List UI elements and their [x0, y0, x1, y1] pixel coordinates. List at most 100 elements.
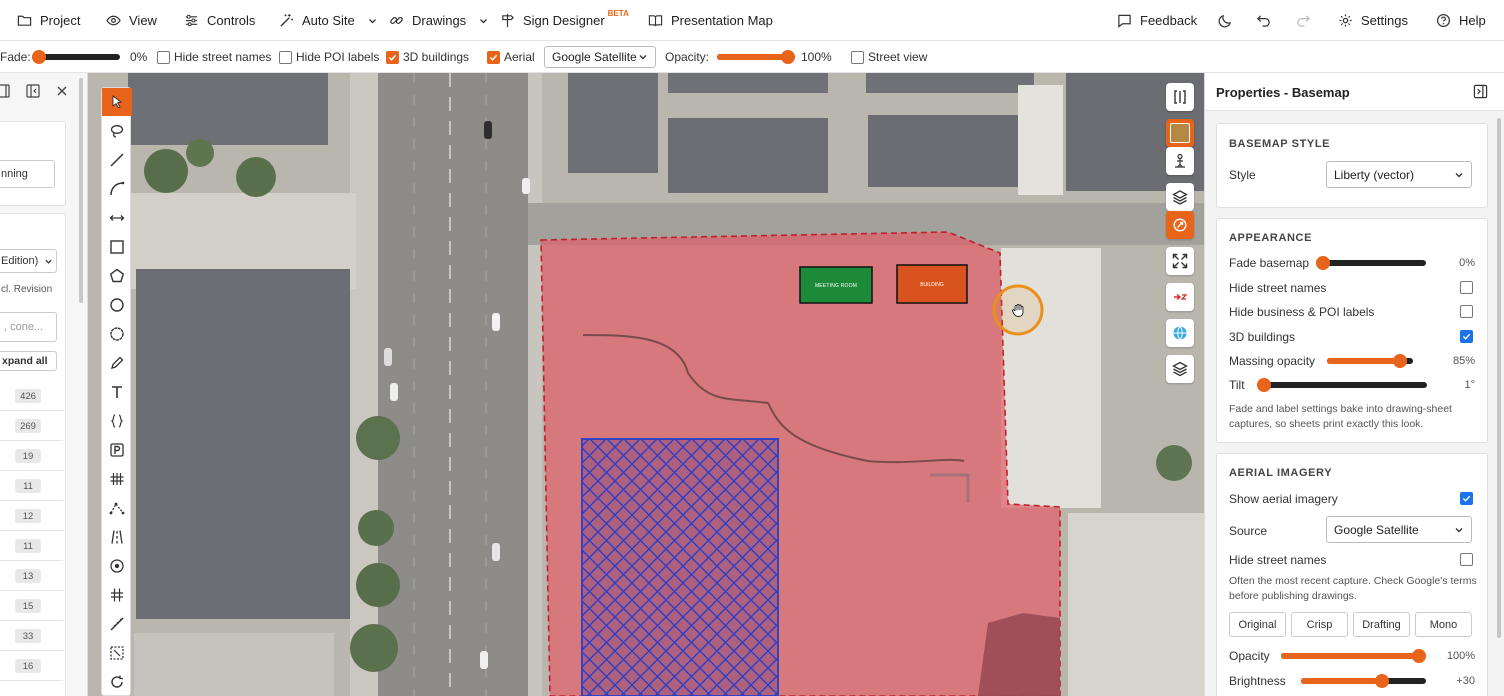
fullscreen-button[interactable]	[1166, 247, 1194, 275]
brightness-fill	[1301, 678, 1383, 684]
rectangle-tool[interactable]	[102, 233, 132, 261]
fade-slider-knob[interactable]	[32, 50, 46, 64]
collapse-panel-icon[interactable]	[1473, 84, 1488, 99]
stack-button[interactable]	[1166, 355, 1194, 383]
brightness-knob[interactable]	[1375, 674, 1390, 688]
aerial-thumbnail-button[interactable]	[1166, 119, 1194, 147]
pencil-tool[interactable]	[102, 349, 132, 377]
fade-basemap-knob[interactable]	[1316, 256, 1330, 270]
menu-project[interactable]: Project	[17, 0, 80, 41]
layer-count-badge: 269	[15, 419, 41, 433]
line-tool[interactable]	[102, 146, 132, 174]
edition-select[interactable]: Edition)	[0, 249, 57, 273]
buildings-3d-checkbox[interactable]	[1460, 330, 1473, 343]
settings-button[interactable]: Settings	[1338, 0, 1408, 41]
rotate-tool[interactable]	[102, 668, 132, 696]
massing-opacity-knob[interactable]	[1393, 354, 1408, 368]
street-view-button[interactable]	[1166, 147, 1194, 175]
meeting-room-label[interactable]: MEETING ROOM	[800, 283, 872, 289]
layer-search-input[interactable]: , cone...	[0, 312, 57, 342]
menu-view[interactable]: View	[106, 0, 157, 41]
round-shape-tool[interactable]	[102, 320, 132, 348]
tilt-knob[interactable]	[1257, 378, 1271, 392]
measure-tool[interactable]	[102, 610, 132, 638]
select-tool[interactable]	[102, 88, 132, 116]
preset-crisp-button[interactable]: Crisp	[1291, 612, 1348, 637]
menu-drawings[interactable]: Drawings	[389, 0, 491, 41]
tilt-slider[interactable]	[1257, 378, 1427, 392]
direction-button[interactable]	[1166, 283, 1194, 311]
aerial-hide-street-names-checkbox[interactable]	[1460, 553, 1473, 566]
massing-opacity-slider[interactable]	[1327, 354, 1413, 368]
fade-slider[interactable]	[32, 50, 120, 64]
feedback-button[interactable]: Feedback	[1117, 0, 1197, 41]
building-label[interactable]: BUILDING	[897, 282, 967, 288]
hide-poi-labels-checkbox[interactable]	[279, 50, 292, 64]
location-button[interactable]	[1166, 211, 1194, 239]
aerial-opacity-knob[interactable]	[1412, 649, 1426, 663]
left-panel-scrollbar[interactable]	[79, 78, 83, 303]
aerial-opacity-slider[interactable]	[1281, 649, 1426, 663]
road-tool[interactable]	[102, 523, 132, 551]
preset-mono-button[interactable]: Mono	[1415, 612, 1472, 637]
hide-street-names-checkbox[interactable]	[157, 50, 170, 64]
menu-auto-site[interactable]: Auto Site	[279, 0, 380, 41]
buildings-3d-checkbox[interactable]	[386, 50, 399, 64]
brightness-slider[interactable]	[1301, 674, 1426, 688]
lasso-tool[interactable]	[102, 117, 132, 145]
opacity-slider[interactable]	[717, 50, 795, 64]
menu-project-label: Project	[40, 13, 81, 28]
area-select-tool[interactable]	[102, 639, 132, 667]
preset-drafting-button[interactable]: Drafting	[1353, 612, 1410, 637]
arrows-horizontal-icon	[109, 215, 125, 221]
opacity-slider-knob[interactable]	[781, 50, 795, 64]
arc-tool[interactable]	[102, 175, 132, 203]
close-icon[interactable]	[56, 85, 68, 97]
fade-basemap-label: Fade basemap	[1229, 256, 1310, 270]
menu-presentation-map[interactable]: Presentation Map	[648, 0, 773, 41]
dimension-tool[interactable]	[102, 204, 132, 232]
offset-tool[interactable]	[102, 581, 132, 609]
name-field[interactable]: nning	[0, 160, 55, 188]
parking-tool[interactable]	[102, 436, 132, 464]
panel-icon[interactable]	[0, 84, 10, 98]
stack-icon	[1172, 361, 1188, 377]
hide-poi-labels-toggle[interactable]: Hide POI labels	[279, 41, 379, 73]
help-button[interactable]: Help	[1436, 0, 1486, 41]
layers-button[interactable]	[1166, 183, 1194, 211]
street-view-toggle[interactable]: Street view	[851, 41, 927, 73]
aerial-toggle[interactable]: Aerial	[487, 41, 535, 73]
hide-street-names-toggle[interactable]: Hide street names	[157, 41, 271, 73]
collapse-panel-icon[interactable]	[26, 84, 40, 98]
menu-sign-designer[interactable]: Sign Designer BETA	[500, 0, 629, 41]
expand-all-button[interactable]: xpand all	[0, 351, 57, 371]
target-tool[interactable]	[102, 552, 132, 580]
source-select[interactable]: Google Satellite	[1326, 516, 1472, 543]
preset-original-button[interactable]: Original	[1229, 612, 1286, 637]
hide-poi-labels-checkbox[interactable]	[1460, 305, 1473, 318]
buildings-3d-toggle[interactable]: 3D buildings	[386, 41, 469, 73]
path-tool[interactable]	[102, 494, 132, 522]
polygon-tool[interactable]	[102, 262, 132, 290]
menu-controls[interactable]: Controls	[184, 0, 255, 41]
undo-button[interactable]	[1256, 0, 1271, 41]
aerial-checkbox[interactable]	[487, 50, 500, 64]
globe-icon	[1173, 326, 1187, 340]
street-view-checkbox[interactable]	[851, 50, 864, 64]
circle-tool[interactable]	[102, 291, 132, 319]
properties-scrollbar[interactable]	[1497, 118, 1501, 638]
text-tool[interactable]	[102, 378, 132, 406]
dark-mode-button[interactable]	[1218, 0, 1233, 41]
style-select[interactable]: Liberty (vector)	[1326, 161, 1472, 188]
layer-row-divider	[0, 620, 63, 621]
show-aerial-checkbox[interactable]	[1460, 492, 1473, 505]
parking-stalls-tool[interactable]	[102, 465, 132, 493]
redo-button[interactable]	[1296, 0, 1311, 41]
variable-tool[interactable]	[102, 407, 132, 435]
hide-street-names-checkbox[interactable]	[1460, 281, 1473, 294]
map-canvas[interactable]: MEETING ROOM BUILDING	[88, 73, 1204, 696]
split-view-button[interactable]	[1166, 83, 1194, 111]
globe-button[interactable]	[1166, 319, 1194, 347]
fade-basemap-slider[interactable]	[1316, 256, 1426, 270]
aerial-source-select[interactable]: Google Satellite	[544, 46, 656, 68]
